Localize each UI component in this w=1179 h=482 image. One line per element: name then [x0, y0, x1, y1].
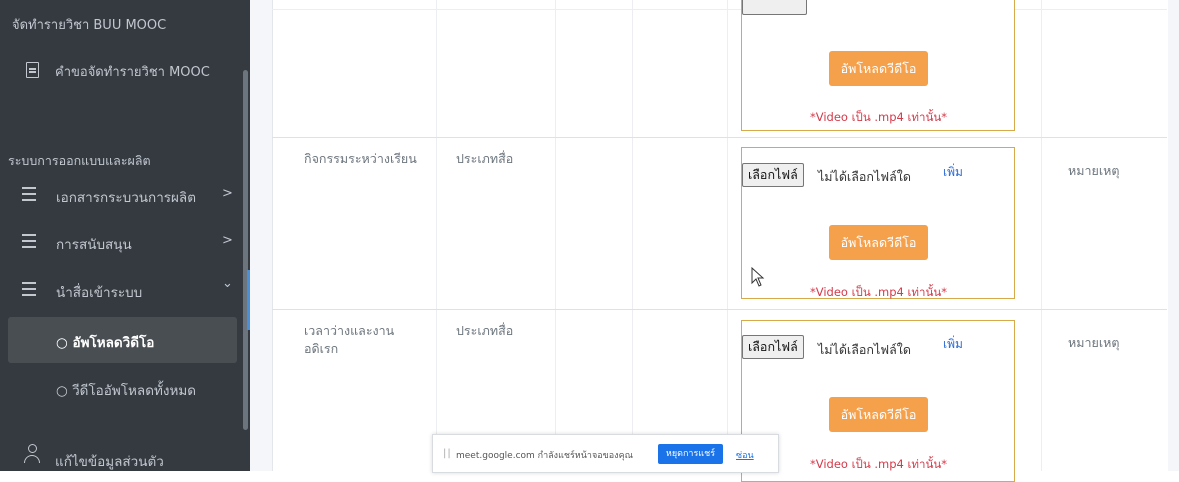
sidebar-subitem-all-videos[interactable]: ○ วีดีโออัพโหลดทั้งหมด — [8, 365, 237, 411]
row-divider — [272, 309, 1167, 310]
no-file-text: ไม่ได้เลือกไฟล์ใด — [818, 169, 911, 184]
no-file-text: ไม่ได้เลือกไฟล์ใด — [818, 342, 911, 357]
choose-file-button[interactable]: เลือกไฟล์ — [742, 163, 804, 187]
column-divider — [727, 0, 728, 471]
sidebar-item-production-docs[interactable]: เอกสารกระบวนการผลิต > — [0, 173, 243, 217]
sidebar-item-request[interactable]: คำขอจัดทำรายวิชา MOOC — [55, 61, 210, 82]
column-divider — [436, 0, 437, 471]
drag-handle-icon[interactable]: || — [443, 448, 452, 459]
sidebar-item-support[interactable]: การสนับสนุน > — [0, 220, 243, 264]
file-format-note: *Video เป็น .mp4 เท่านั้น* — [810, 285, 947, 299]
upload-box: เลือกไฟล์ ไม่ได้เลือกไฟล์ใด เพิ่ม อัพโหล… — [741, 320, 1015, 482]
user-icon — [24, 444, 40, 464]
sidebar-item-profile[interactable]: แก้ไขข้อมูลส่วนตัว — [55, 450, 164, 471]
remark-cell: หมายเหตุ — [1068, 163, 1120, 178]
column-divider — [632, 0, 633, 471]
sidebar-scrollbar[interactable] — [243, 70, 248, 430]
sidebar-subitem-label: ○ วีดีโออัพโหลดทั้งหมด — [56, 383, 197, 399]
document-icon — [26, 62, 39, 78]
choose-file-button[interactable] — [742, 0, 807, 15]
hide-link[interactable]: ซ่อน — [736, 448, 754, 462]
column-divider — [555, 0, 556, 471]
upload-video-button[interactable]: อัพโหลดวีดีโอ — [829, 397, 928, 432]
sidebar-item-mooc[interactable]: จัดทำรายวิชา BUU MOOC — [12, 14, 166, 35]
upload-box: เลือกไฟล์ ไม่ได้เลือกไฟล์ใด เพิ่ม อัพโหล… — [741, 147, 1015, 299]
sidebar: จัดทำรายวิชา BUU MOOC คำขอจัดทำรายวิชา M… — [0, 0, 250, 471]
media-type-cell: ประเภทสื่อ — [456, 323, 514, 338]
sidebar-item-label: นำสื่อเข้าระบบ — [56, 285, 143, 301]
upload-box: อัพโหลดวีดีโอ *Video เป็น .mp4 เท่านั้น* — [741, 0, 1015, 131]
remark-cell: หมายเหตุ — [1068, 335, 1120, 350]
row-divider — [272, 9, 1167, 10]
add-link[interactable]: เพิ่ม — [943, 163, 963, 182]
sidebar-item-label: เอกสารกระบวนการผลิต — [56, 190, 196, 206]
add-link[interactable]: เพิ่ม — [943, 335, 963, 354]
content-card — [272, 0, 1168, 471]
media-type-cell: ประเภทสื่อ — [456, 151, 514, 166]
stop-sharing-button[interactable]: หยุดการแชร์ — [658, 444, 723, 464]
menu-icon — [22, 187, 36, 201]
screen-share-bar: || meet.google.com กำลังแชร์หน้าจอของคุณ… — [432, 434, 779, 473]
activity-cell: เวลาว่างและงานอดิเรก — [304, 323, 395, 356]
chevron-down-icon: ⌄ — [222, 276, 233, 291]
share-message: meet.google.com กำลังแชร์หน้าจอของคุณ — [456, 451, 633, 461]
file-format-note: *Video เป็น .mp4 เท่านั้น* — [810, 110, 947, 124]
sidebar-subitem-label: ○ อัพโหลดวิดีโอ — [56, 335, 155, 351]
upload-video-button[interactable]: อัพโหลดวีดีโอ — [829, 51, 928, 86]
row-divider — [272, 137, 1167, 138]
sidebar-item-import-media[interactable]: นำสื่อเข้าระบบ ⌄ — [0, 268, 243, 312]
chevron-right-icon: > — [222, 186, 233, 201]
choose-file-button[interactable]: เลือกไฟล์ — [742, 335, 804, 359]
section-header: ระบบการออกแบบและผลิต — [8, 153, 151, 168]
upload-video-button[interactable]: อัพโหลดวีดีโอ — [829, 225, 928, 260]
menu-icon — [22, 234, 36, 248]
file-format-note: *Video เป็น .mp4 เท่านั้น* — [810, 457, 947, 471]
mouse-cursor-icon — [751, 267, 765, 287]
column-divider — [1041, 0, 1042, 471]
sidebar-item-label: การสนับสนุน — [56, 237, 132, 253]
chevron-right-icon: > — [222, 233, 233, 248]
sidebar-subitem-upload-video[interactable]: ○ อัพโหลดวิดีโอ — [8, 317, 237, 363]
activity-cell: กิจกรรมระหว่างเรียน — [304, 151, 417, 166]
menu-icon — [22, 282, 36, 296]
